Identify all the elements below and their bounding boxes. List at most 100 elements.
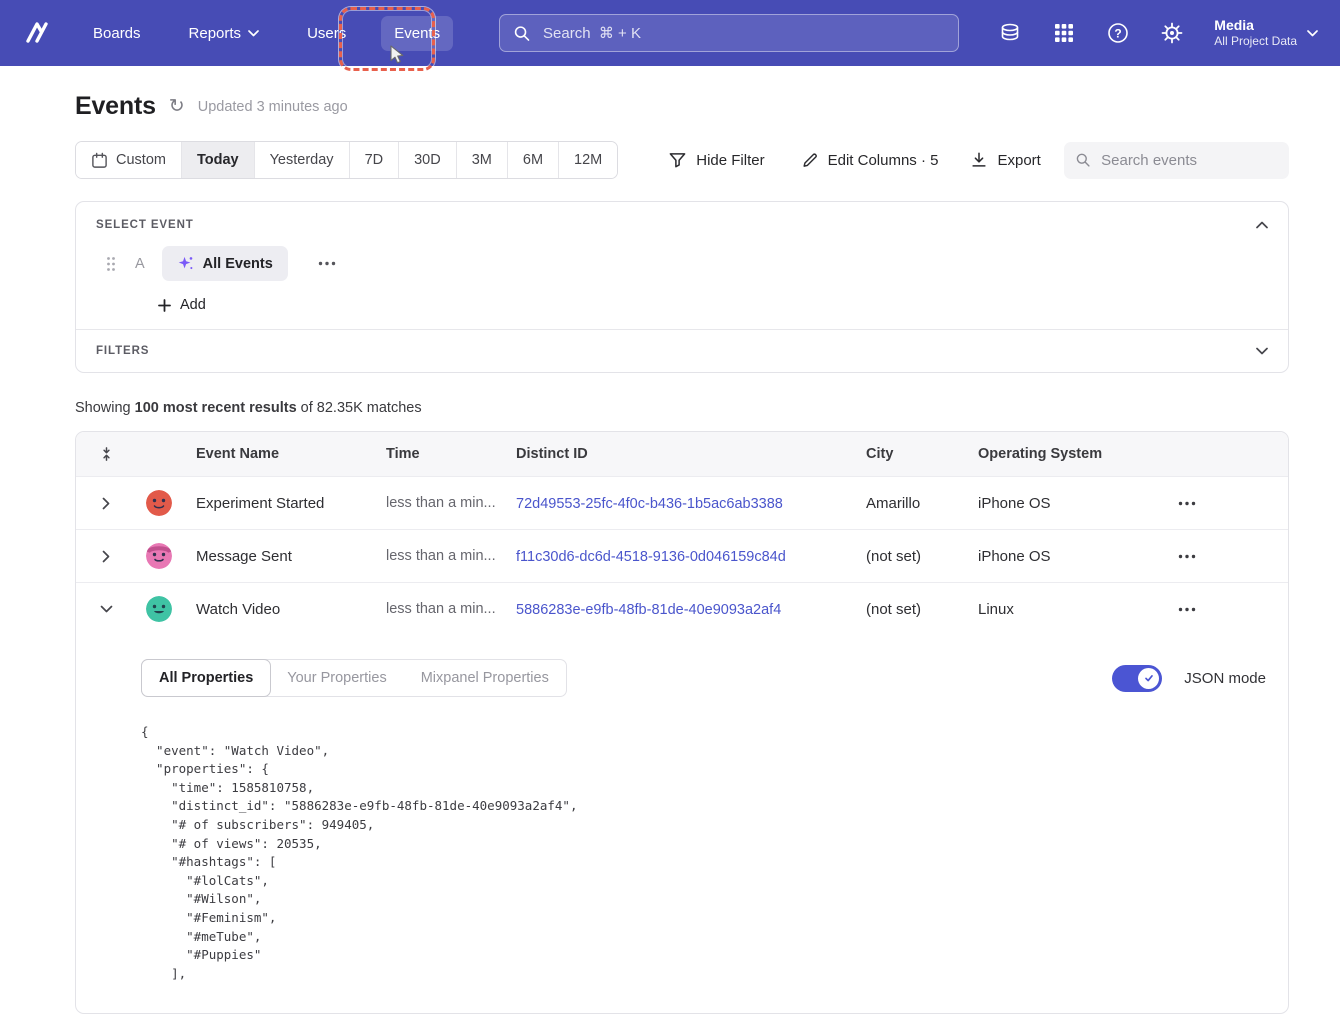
date-range-30d[interactable]: 30D	[398, 142, 456, 178]
chevron-down-icon[interactable]	[1256, 347, 1268, 355]
event-row-letter: A	[135, 256, 145, 272]
date-range-3m[interactable]: 3M	[456, 142, 507, 178]
event-name: Experiment Started	[182, 495, 372, 512]
nav-item-reports-label: Reports	[189, 25, 242, 42]
date-range-6m[interactable]: 6M	[507, 142, 558, 178]
select-event-card: SELECT EVENT A	[75, 201, 1289, 373]
download-icon	[970, 151, 988, 169]
event-json-view: { "event": "Watch Video", "properties": …	[141, 723, 1266, 983]
properties-tabs: All Properties Your Properties Mixpanel …	[141, 659, 567, 697]
tab-mixpanel-properties[interactable]: Mixpanel Properties	[404, 660, 566, 696]
city-cell: (not set)	[852, 548, 964, 565]
col-header-os[interactable]: Operating System	[964, 446, 1141, 462]
distinct-id-cell: f11c30d6-dc6d-4518-9136-0d046159c84d	[502, 548, 852, 565]
json-mode-control: JSON mode	[1112, 665, 1266, 692]
toggle-knob	[1138, 668, 1159, 689]
col-header-time[interactable]: Time	[372, 446, 502, 462]
date-range-today[interactable]: Today	[181, 142, 254, 178]
collapse-row-icon[interactable]	[76, 605, 136, 613]
tab-all-properties[interactable]: All Properties	[141, 659, 271, 697]
table-header-row: Event Name Time Distinct ID City Operati…	[76, 432, 1288, 476]
add-event-button[interactable]: Add	[158, 297, 1288, 313]
edit-columns-label: Edit Columns · 5	[828, 152, 939, 169]
chevron-up-icon[interactable]	[1256, 221, 1268, 229]
city-cell: Amarillo	[852, 495, 964, 512]
json-mode-toggle[interactable]	[1112, 665, 1162, 692]
distinct-id-link[interactable]: 5886283e-e9fb-48fb-81de-40e9093a2af4	[516, 602, 781, 618]
avatar	[136, 490, 182, 516]
detail-toolbar: All Properties Your Properties Mixpanel …	[141, 659, 1266, 697]
event-name: Watch Video	[182, 601, 372, 618]
chevron-down-icon	[1307, 30, 1318, 37]
date-range-7d[interactable]: 7D	[349, 142, 399, 178]
data-management-icon[interactable]	[998, 21, 1022, 45]
filter-funnel-icon	[668, 151, 687, 169]
refresh-icon[interactable]: ↻	[169, 97, 185, 116]
tab-your-properties[interactable]: Your Properties	[270, 660, 403, 696]
search-events-field[interactable]	[1064, 142, 1289, 179]
export-label: Export	[997, 152, 1040, 169]
main-content: Events ↻ Updated 3 minutes ago Custom To…	[0, 92, 1340, 1014]
project-text: Media All Project Data	[1214, 16, 1297, 50]
filters-label: FILTERS	[96, 345, 149, 357]
col-header-distinct-id[interactable]: Distinct ID	[502, 446, 852, 462]
json-mode-label: JSON mode	[1184, 670, 1266, 687]
svg-text:?: ?	[1115, 27, 1122, 41]
apps-grid-icon[interactable]	[1052, 21, 1076, 45]
distinct-id-link[interactable]: f11c30d6-dc6d-4518-9136-0d046159c84d	[516, 549, 786, 565]
event-name: Message Sent	[182, 548, 372, 565]
event-selector-row: A All Events	[76, 242, 1288, 285]
help-icon[interactable]: ?	[1106, 21, 1130, 45]
row-detail-panel: All Properties Your Properties Mixpanel …	[76, 635, 1288, 1013]
search-events-input[interactable]	[1099, 151, 1277, 170]
nav-links: Boards Reports Users Events	[80, 16, 453, 51]
date-range-12m[interactable]: 12M	[558, 142, 617, 178]
date-range-custom[interactable]: Custom	[76, 142, 181, 178]
distinct-id-link[interactable]: 72d49553-25fc-4f0c-b436-1b5ac6ab3388	[516, 496, 783, 512]
nav-item-boards[interactable]: Boards	[80, 16, 154, 51]
navbar-right: ? Media All Project Data	[998, 16, 1318, 50]
col-header-city[interactable]: City	[852, 446, 964, 462]
hide-filter-button[interactable]: Hide Filter	[668, 151, 764, 169]
row-menu-icon[interactable]	[1141, 501, 1288, 506]
page-title: Events	[75, 92, 156, 121]
select-event-header[interactable]: SELECT EVENT	[76, 202, 1288, 242]
nav-item-events[interactable]: Events	[381, 16, 453, 51]
mixpanel-logo-icon	[24, 20, 50, 46]
os-cell: iPhone OS	[964, 548, 1141, 565]
os-cell: Linux	[964, 601, 1141, 618]
events-table: Event Name Time Distinct ID City Operati…	[75, 431, 1289, 1014]
collapse-all-rows-icon[interactable]	[76, 446, 136, 462]
date-range-yesterday[interactable]: Yesterday	[254, 142, 349, 178]
mixpanel-logo[interactable]	[22, 18, 52, 48]
filters-section-header[interactable]: FILTERS	[76, 329, 1288, 372]
table-row: Watch Video less than a min... 5886283e-…	[76, 582, 1288, 635]
project-subtitle: All Project Data	[1214, 34, 1297, 50]
col-header-event-name[interactable]: Event Name	[182, 446, 372, 462]
table-row: Message Sent less than a min... f11c30d6…	[76, 529, 1288, 582]
event-time: less than a min...	[372, 495, 502, 511]
event-chip-all-events[interactable]: All Events	[162, 246, 288, 281]
export-button[interactable]: Export	[970, 151, 1040, 169]
avatar	[136, 543, 182, 569]
plus-icon	[158, 299, 171, 312]
avatar	[136, 596, 182, 622]
distinct-id-cell: 5886283e-e9fb-48fb-81de-40e9093a2af4	[502, 601, 852, 618]
expand-row-icon[interactable]	[76, 497, 136, 510]
drag-handle-icon[interactable]	[106, 256, 116, 272]
nav-item-reports[interactable]: Reports	[176, 16, 273, 51]
edit-columns-button[interactable]: Edit Columns · 5	[801, 151, 939, 169]
event-time: less than a min...	[372, 548, 502, 564]
row-menu-icon[interactable]	[1141, 554, 1288, 559]
event-row-menu-icon[interactable]	[314, 257, 340, 270]
global-search-input[interactable]	[541, 24, 944, 43]
row-menu-icon[interactable]	[1141, 607, 1288, 612]
results-suffix: of 82.35K matches	[297, 400, 422, 416]
project-selector[interactable]: Media All Project Data	[1214, 16, 1318, 50]
date-range-segmented-control: Custom Today Yesterday 7D 30D 3M 6M 12M	[75, 141, 618, 179]
expand-row-icon[interactable]	[76, 550, 136, 563]
city-cell: (not set)	[852, 601, 964, 618]
settings-gear-icon[interactable]	[1160, 21, 1184, 45]
global-search[interactable]	[499, 14, 959, 52]
nav-item-users[interactable]: Users	[294, 16, 359, 51]
